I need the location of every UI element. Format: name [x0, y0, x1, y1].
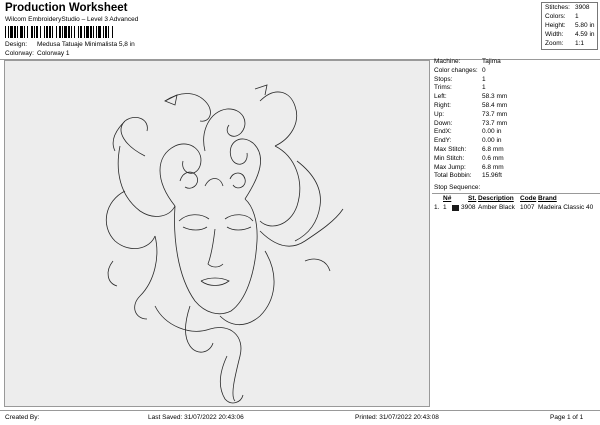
barcode-bar [5, 26, 6, 38]
barcode-bar [46, 26, 48, 38]
stat-zoom: Zoom: 1:1 [545, 40, 585, 47]
barcode-bar [62, 26, 63, 38]
stat-height: Height: 5.80 in [545, 22, 595, 29]
footer: Created By: Last Saved: 31/07/2022 20:43… [0, 410, 600, 425]
info-label: EndY: [434, 137, 452, 145]
stat-stitches: Stitches: 3908 [545, 4, 590, 11]
design-name-row: Design: Medusa Tatuaje Minimalista 5,8 in [5, 41, 135, 48]
info-label: Trims: [434, 84, 452, 92]
barcode [5, 26, 113, 38]
info-label: Machine: [434, 58, 461, 65]
barcode-bar [78, 26, 79, 38]
col-brand: Brand [538, 195, 557, 202]
barcode-bar [24, 26, 25, 38]
row-brand: Madeira Classic 40 [538, 204, 594, 211]
info-label: Left: [434, 93, 447, 101]
info-value: 0 [482, 66, 486, 74]
stats-box: Stitches: 3908 Colors: 1 Height: 5.80 in Wi… [541, 2, 598, 50]
info-value: 73.7 mm [482, 110, 508, 118]
barcode-bar [98, 26, 101, 38]
row-index: 1. [434, 204, 440, 211]
info-value: 6.8 mm [482, 163, 504, 171]
info-value: 0.6 mm [482, 154, 504, 162]
barcode-bar [31, 26, 33, 38]
barcode-bar [96, 26, 97, 38]
barcode-bar [68, 26, 70, 38]
barcode-bar [103, 26, 104, 38]
row-n: 1 [443, 204, 447, 211]
page-title: Production Worksheet [5, 2, 128, 14]
barcode-bar [93, 26, 94, 38]
barcode-bar [59, 26, 61, 38]
info-value: 73.7 mm [482, 119, 508, 127]
barcode-bar [52, 26, 53, 38]
page-number: Page 1 of 1 [550, 414, 584, 421]
col-description: Description [478, 195, 514, 202]
printed-date: Printed: 31/07/2022 20:43:08 [355, 414, 439, 421]
info-label: EndX: [434, 128, 452, 136]
info-value: 1 [482, 84, 486, 92]
color-swatch [452, 205, 459, 211]
barcode-bar [112, 26, 113, 38]
barcode-bar [44, 26, 45, 38]
info-value: 0.00 in [482, 128, 502, 136]
info-label: Color changes: [434, 66, 478, 74]
info-label: Total Bobbin: [434, 172, 472, 180]
barcode-bar [17, 26, 18, 38]
last-saved: Last Saved: 31/07/2022 20:43:06 [148, 414, 244, 421]
info-value: 6.8 mm [482, 146, 504, 153]
colorway-row: Colorway: Colorway 1 [5, 50, 70, 57]
info-label: Max Stitch: [434, 146, 467, 153]
barcode-bar [27, 26, 28, 38]
barcode-bar [64, 26, 67, 38]
stat-colors: Colors: 1 [545, 13, 579, 20]
info-value: Tajima [482, 58, 501, 65]
barcode-bar [34, 26, 35, 38]
col-n: N# [443, 195, 452, 202]
row-description: Amber Black [478, 204, 515, 211]
row-st: 3908 [461, 204, 476, 211]
info-value: 0.00 in [482, 137, 502, 145]
design-preview [4, 60, 430, 407]
barcode-bar [40, 26, 41, 38]
created-by: Created By: [5, 414, 40, 421]
barcode-bar [36, 26, 38, 38]
info-label: Stops: [434, 75, 453, 83]
barcode-bar [80, 26, 82, 38]
stop-divider [432, 193, 600, 194]
info-value: 58.3 mm [482, 93, 508, 101]
info-value: 1 [482, 75, 486, 83]
info-label: Right: [434, 102, 451, 109]
info-value: 15.96ft [482, 172, 502, 180]
barcode-bar [71, 26, 72, 38]
barcode-bar [10, 26, 13, 38]
barcode-bar [105, 26, 107, 38]
stat-width: Width: 4.59 in [545, 31, 595, 38]
col-code: Code [520, 195, 537, 202]
barcode-bar [14, 26, 16, 38]
barcode-bar [74, 26, 75, 38]
info-value: 58.4 mm [482, 102, 508, 109]
info-label: Up: [434, 110, 445, 118]
row-code: 1007 [520, 204, 535, 211]
info-label: Min Stitch: [434, 154, 465, 162]
barcode-bar [8, 26, 9, 38]
medusa-embroidery-outline [106, 84, 344, 404]
info-label: Down: [434, 119, 453, 127]
barcode-bar [49, 26, 51, 38]
barcode-bar [108, 26, 109, 38]
barcode-bar [56, 26, 57, 38]
info-label: Max Jump: [434, 163, 466, 171]
col-st: St. [468, 195, 477, 202]
software-subtitle: Wilcom EmbroideryStudio – Level 3 Advanc… [5, 16, 139, 23]
barcode-bar [84, 26, 85, 38]
stop-sequence-heading: Stop Sequence: [434, 184, 481, 191]
barcode-bar [90, 26, 92, 38]
barcode-bar [86, 26, 89, 38]
barcode-bar [20, 26, 23, 38]
